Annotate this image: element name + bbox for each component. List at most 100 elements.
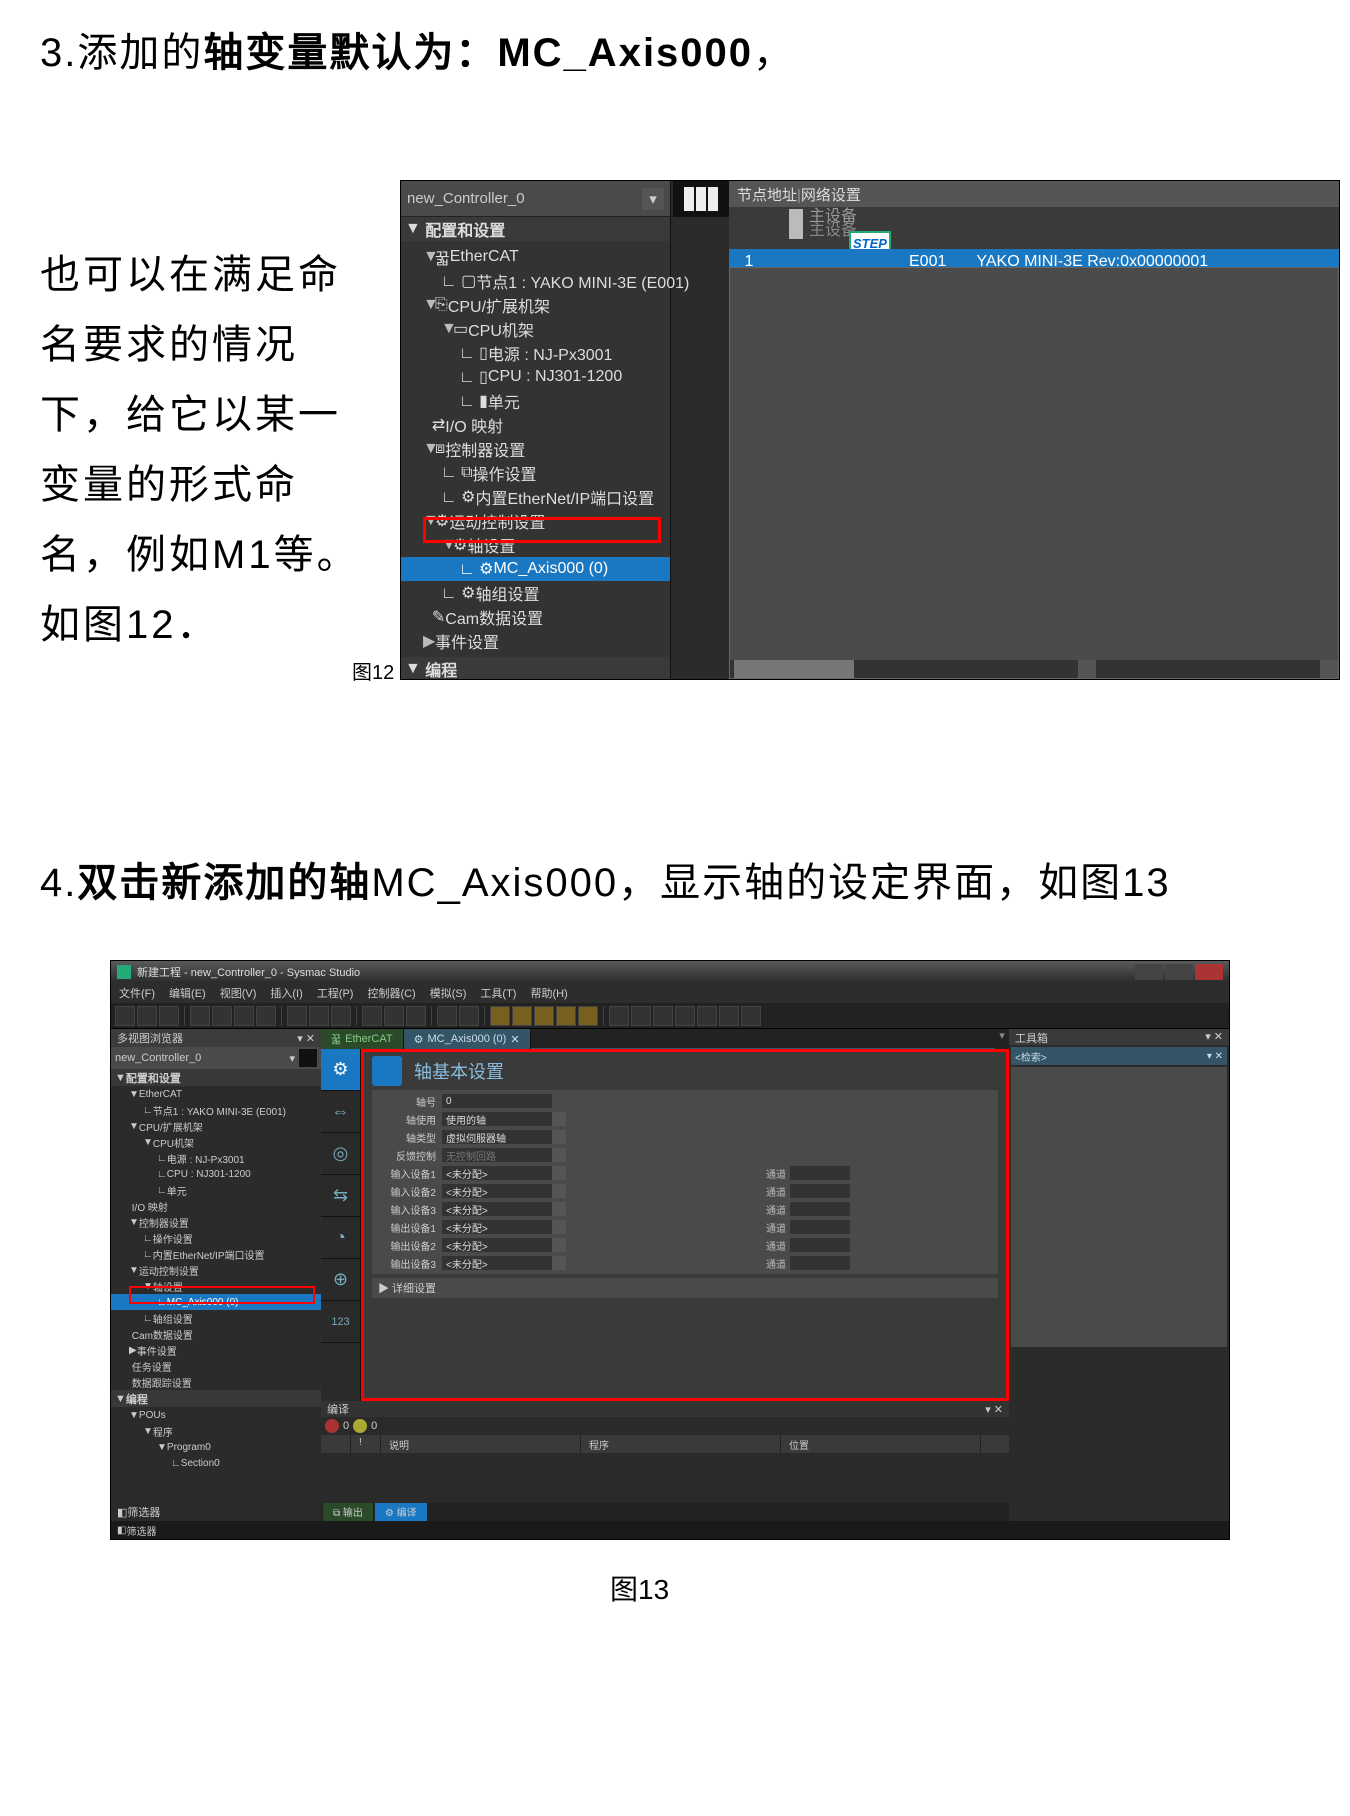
error-icon[interactable] — [325, 1419, 339, 1433]
tree-axis-group[interactable]: ∟ 轴组设置 — [111, 1310, 321, 1326]
dropdown-icon[interactable] — [552, 1112, 566, 1126]
toolbar-button[interactable] — [137, 1006, 157, 1026]
horizontal-scrollbar[interactable] — [730, 660, 1338, 678]
tree-motion-settings[interactable]: ▼ ⚙ 运动控制设置 — [401, 509, 670, 533]
tree-op-settings[interactable]: ∟ 操作设置 — [111, 1230, 321, 1246]
tree-programs[interactable]: ▼ 程序 — [111, 1423, 321, 1439]
toolbar-button[interactable] — [437, 1006, 457, 1026]
section-config[interactable]: ▼ 配置和设置 — [401, 217, 670, 241]
menu-bar[interactable]: 文件(F) 编辑(E) 视图(V) 插入(I) 工程(P) 控制器(C) 模拟(… — [111, 983, 1229, 1003]
tree-cpu-rack-group[interactable]: ▼ ⎘ CPU/扩展机架 — [401, 293, 670, 317]
toolbar-button[interactable] — [234, 1006, 254, 1026]
tree-mc-axis000[interactable]: ∟ MC_Axis000 (0) — [111, 1294, 321, 1310]
tree-ethercat[interactable]: ▼ EtherCAT — [111, 1086, 321, 1102]
toolbar-button[interactable] — [459, 1006, 479, 1026]
tree-section0[interactable]: ∟ Section0 — [111, 1455, 321, 1471]
toolbar-button[interactable] — [406, 1006, 426, 1026]
tab-mc-axis000[interactable]: ⚙ MC_Axis000 (0) ✕ — [404, 1029, 531, 1049]
tree-power[interactable]: ∟ 电源 : NJ-Px3001 — [111, 1150, 321, 1166]
toolbar-button[interactable] — [115, 1006, 135, 1026]
toolbar-button[interactable] — [631, 1006, 651, 1026]
dropdown-icon[interactable] — [552, 1238, 566, 1252]
tree-controller-settings[interactable]: ▼ 控制器设置 — [111, 1214, 321, 1230]
cat-other-icon[interactable]: ⇆ — [321, 1175, 360, 1217]
tree-op-settings[interactable]: ∟ ⧉ 操作设置 — [401, 461, 670, 485]
tree-cam[interactable]: ✎ Cam数据设置 — [401, 605, 670, 629]
tree-power[interactable]: ∟ ▯ 电源 : NJ-Px3001 — [401, 341, 670, 365]
menu-tools[interactable]: 工具(T) — [480, 985, 516, 1001]
maximize-button[interactable] — [1165, 964, 1193, 980]
val-out1[interactable]: <未分配> — [442, 1220, 552, 1234]
tree-cam[interactable]: Cam数据设置 — [111, 1326, 321, 1342]
val-channel[interactable] — [790, 1166, 850, 1180]
toolbar-button[interactable] — [578, 1006, 598, 1026]
val-out2[interactable]: <未分配> — [442, 1238, 552, 1252]
toolbar-button[interactable] — [653, 1006, 673, 1026]
dropdown-icon[interactable] — [552, 1166, 566, 1180]
menu-controller[interactable]: 控制器(C) — [367, 985, 415, 1001]
toolbar-button[interactable] — [490, 1006, 510, 1026]
toolbar-button[interactable] — [609, 1006, 629, 1026]
close-button[interactable] — [1195, 964, 1223, 980]
cat-operation-icon[interactable]: ◎ — [321, 1133, 360, 1175]
controller-selector[interactable]: new_Controller_0▾ — [111, 1047, 321, 1069]
tree-trace[interactable]: 数据跟踪设置 — [111, 1374, 321, 1390]
menu-project[interactable]: 工程(P) — [317, 985, 354, 1001]
dropdown-icon[interactable] — [552, 1202, 566, 1216]
tree-io-map[interactable]: I/O 映射 — [111, 1198, 321, 1214]
tree-axis-settings[interactable]: ▼ ⚙ 轴设置 — [401, 533, 670, 557]
tree-axis-settings[interactable]: ▼ 轴设置 — [111, 1278, 321, 1294]
panel-close-icon[interactable]: ▾ ✕ — [985, 1403, 1003, 1416]
minimize-button[interactable] — [1135, 964, 1163, 980]
tab-output[interactable]: ⧉ 输出 — [323, 1503, 373, 1521]
tab-ethercat[interactable]: 꿃 EtherCAT — [321, 1029, 404, 1049]
tree-mc-axis000[interactable]: ∟ ⚙ MC_Axis000 (0) — [401, 557, 670, 581]
cat-basic-icon[interactable]: ⚙ — [321, 1049, 360, 1091]
toolbar-button[interactable] — [309, 1006, 329, 1026]
cat-position-icon[interactable]: 123 — [321, 1301, 360, 1343]
tree-motion-settings[interactable]: ▼ 运动控制设置 — [111, 1262, 321, 1278]
tree-builtin-enet[interactable]: ∟ ⚙ 内置EtherNet/IP端口设置 — [401, 485, 670, 509]
menu-edit[interactable]: 编辑(E) — [169, 985, 206, 1001]
val-channel[interactable] — [790, 1184, 850, 1198]
val-out3[interactable]: <未分配> — [442, 1256, 552, 1270]
tree-event[interactable]: ▶ 事件设置 — [401, 629, 670, 653]
tree-unit[interactable]: ∟ ▮ 单元 — [401, 389, 670, 413]
toolbar-button[interactable] — [697, 1006, 717, 1026]
tree-pous[interactable]: ▼ POUs — [111, 1407, 321, 1423]
menu-insert[interactable]: 插入(I) — [270, 985, 302, 1001]
toolbox-search[interactable]: <检索>▾ ✕ — [1011, 1047, 1227, 1065]
toolbar-button[interactable] — [741, 1006, 761, 1026]
dropdown-icon[interactable] — [552, 1256, 566, 1270]
warning-icon[interactable] — [353, 1419, 367, 1433]
tree-builtin-enet[interactable]: ∟ 内置EtherNet/IP端口设置 — [111, 1246, 321, 1262]
toolbar-button[interactable] — [212, 1006, 232, 1026]
cat-limit-icon[interactable]: ◔ — [321, 1217, 360, 1259]
menu-file[interactable]: 文件(F) — [119, 985, 155, 1001]
val-channel[interactable] — [790, 1238, 850, 1252]
toolbar-button[interactable] — [719, 1006, 739, 1026]
section-config[interactable]: ▼ 配置和设置 — [111, 1069, 321, 1086]
val-axis-type[interactable]: 虚拟伺服器轴 — [442, 1130, 552, 1144]
val-in3[interactable]: <未分配> — [442, 1202, 552, 1216]
tree-cpu[interactable]: ∟ ▯ CPU : NJ301-1200 — [401, 365, 670, 389]
dropdown-icon[interactable] — [552, 1130, 566, 1144]
panel-close-icon[interactable]: ▾ ✕ — [1205, 1030, 1223, 1044]
toolbar-button[interactable] — [362, 1006, 382, 1026]
val-in1[interactable]: <未分配> — [442, 1166, 552, 1180]
tree-unit[interactable]: ∟ 单元 — [111, 1182, 321, 1198]
filter-bar[interactable]: ◧ 筛选器 — [111, 1503, 321, 1521]
tree-ethercat[interactable]: ▼ 꿃 EtherCAT — [401, 245, 670, 269]
toolbar-button[interactable] — [331, 1006, 351, 1026]
tree-cpu-rack[interactable]: ▼ ▭ CPU机架 — [401, 317, 670, 341]
menu-help[interactable]: 帮助(H) — [530, 985, 567, 1001]
tab-compile[interactable]: ⚙ 编译 — [375, 1503, 427, 1521]
detail-settings-expander[interactable]: ▶ 详细设置 — [372, 1278, 998, 1298]
tree-io-map[interactable]: ⇄ I/O 映射 — [401, 413, 670, 437]
toolbar-button[interactable] — [190, 1006, 210, 1026]
toolbar-button[interactable] — [556, 1006, 576, 1026]
cat-unit-icon[interactable]: ⇔ — [321, 1091, 360, 1133]
val-axis-no[interactable]: 0 — [442, 1094, 552, 1108]
tree-node1[interactable]: ∟ ▢ 节点1 : YAKO MINI-3E (E001) — [401, 269, 670, 293]
tree-node1[interactable]: ∟ 节点1 : YAKO MINI-3E (E001) — [111, 1102, 321, 1118]
